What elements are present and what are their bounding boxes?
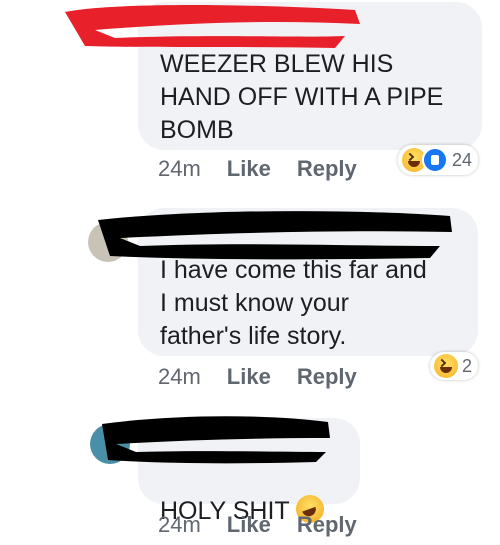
- name-redaction: [65, 5, 360, 48]
- comment-text: I have come this far and I must know you…: [160, 256, 427, 350]
- like-icon: [422, 147, 448, 173]
- name-redaction: [102, 416, 330, 464]
- comment-timestamp: 24m: [158, 364, 201, 389]
- comment-timestamp: 24m: [158, 156, 201, 181]
- reply-button[interactable]: Reply: [297, 512, 357, 538]
- comment-meta: 24m Like Reply: [158, 364, 357, 390]
- reaction-count: 24: [452, 149, 473, 170]
- comment-meta: 24m Like Reply: [158, 156, 357, 182]
- comment-timestamp: 24m: [158, 512, 201, 537]
- like-button[interactable]: Like: [227, 364, 271, 390]
- comment-meta: 24m Like Reply: [158, 512, 357, 538]
- reactions-badge[interactable]: 24: [398, 145, 479, 175]
- reactions-badge[interactable]: 2: [430, 352, 479, 380]
- like-button[interactable]: Like: [227, 156, 271, 182]
- reply-button[interactable]: Reply: [297, 364, 357, 390]
- haha-icon: [434, 354, 458, 378]
- reply-button[interactable]: Reply: [297, 156, 357, 182]
- comment-text: WEEZER BLEW HIS HAND OFF WITH A PIPE BOM…: [160, 50, 444, 144]
- reaction-count: 2: [462, 355, 473, 376]
- like-button[interactable]: Like: [227, 512, 271, 538]
